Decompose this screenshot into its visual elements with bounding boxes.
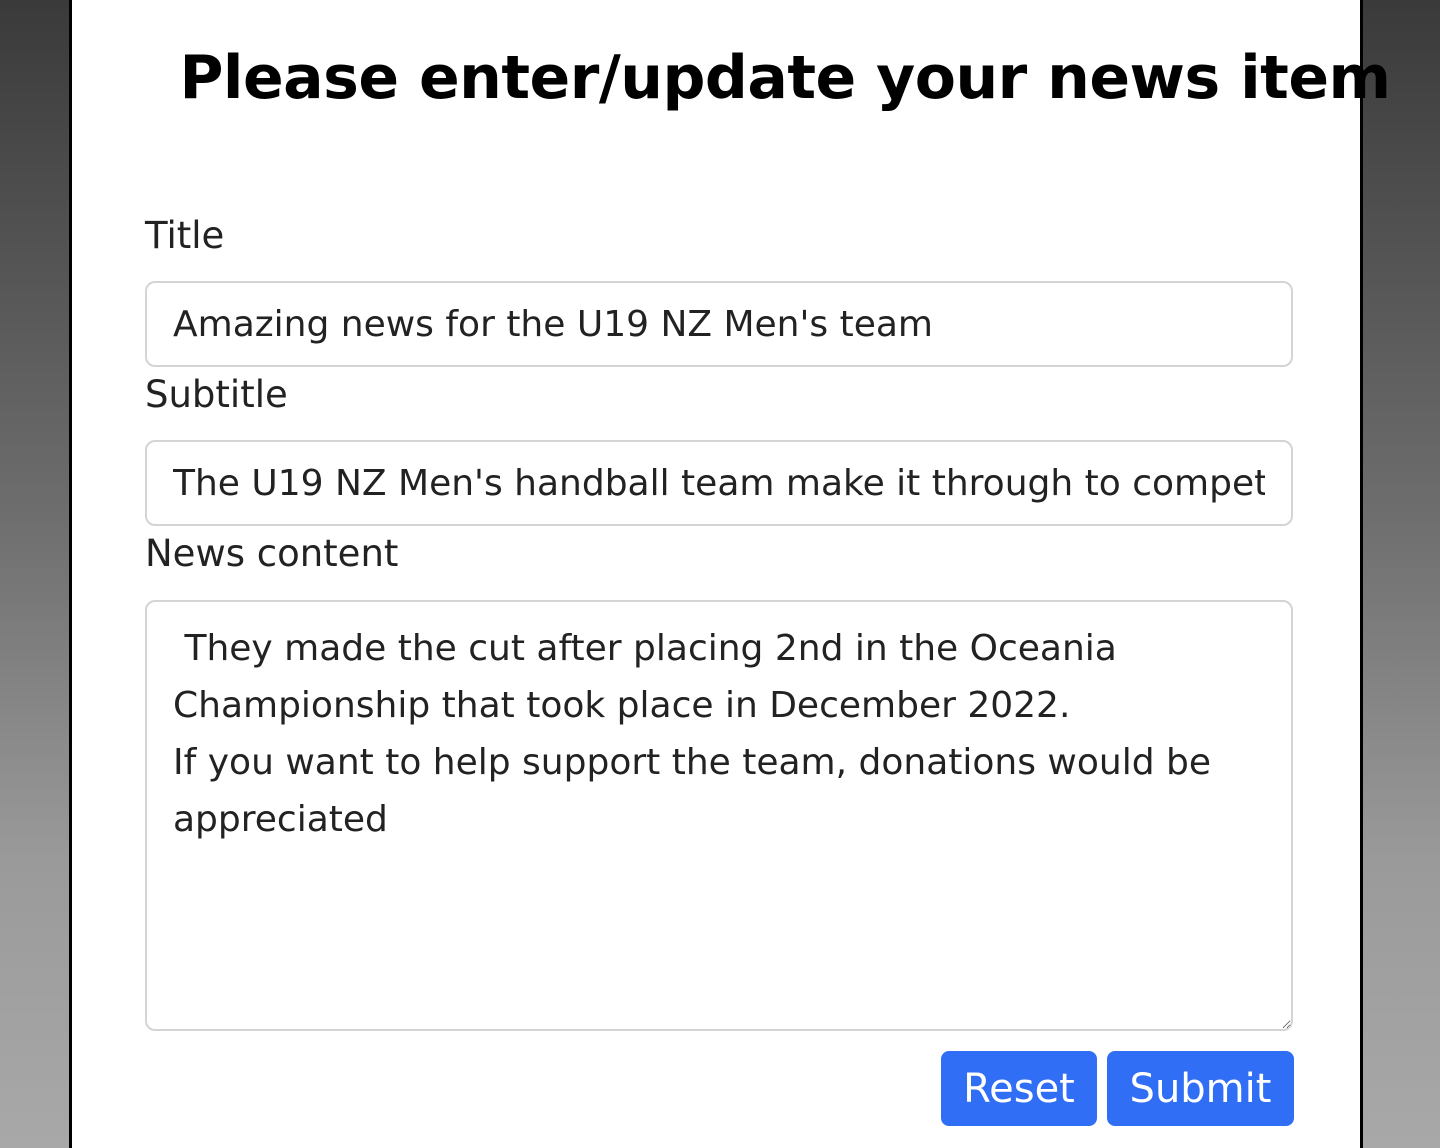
title-input[interactable] [145, 281, 1293, 367]
reset-button[interactable]: Reset [941, 1051, 1097, 1126]
page-title: Please enter/update your news item [179, 43, 1391, 113]
subtitle-label: Subtitle [145, 373, 288, 416]
submit-button[interactable]: Submit [1107, 1051, 1294, 1126]
news-form-panel: Please enter/update your news item Title… [69, 0, 1391, 1148]
title-label: Title [145, 214, 225, 257]
news-content-textarea[interactable]: They made the cut after placing 2nd in t… [145, 600, 1293, 1031]
news-content-label: News content [145, 532, 399, 575]
subtitle-input[interactable] [145, 440, 1293, 526]
